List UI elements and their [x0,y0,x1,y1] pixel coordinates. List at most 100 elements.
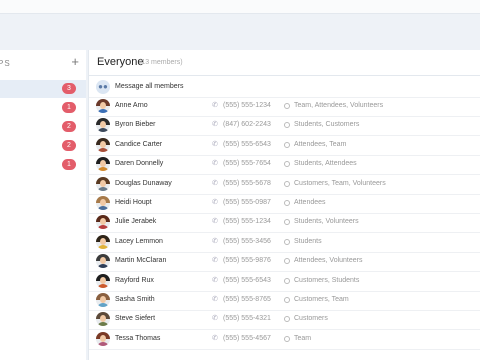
phone-icon: ✆ [212,276,218,284]
groups-header: PS + [0,54,86,74]
member-phone: (555) 555-1234 [223,218,271,226]
tag-icon [284,238,290,245]
sidebar-item-1[interactable]: 3 [0,80,86,98]
member-row[interactable]: Byron Bieber ✆ (847) 602-2243 Students, Cus… [89,116,480,137]
member-row[interactable]: Martin McClaran ✆ (555) 555-9876 Attendees,… [89,252,480,273]
member-name: Daren Donnelly [115,160,164,168]
member-name: Julie Jerabek [115,218,157,226]
avatar [96,215,110,230]
phone-icon: ✆ [212,315,218,323]
tag-icon [284,141,290,148]
member-row[interactable]: Sasha Smith ✆ (555) 555-8765 Customers, Tea… [89,291,480,311]
tag-icon [284,316,290,323]
member-tags: Attendees, Volunteers [294,257,363,265]
member-name: Douglas Dunaway [115,179,172,187]
member-row[interactable]: Rayford Rux ✆ (555) 555-6543 Customers, Stu… [89,272,480,292]
phone-icon: ✆ [212,218,218,226]
member-name: Byron Bieber [115,121,156,129]
avatar [96,312,110,327]
member-row[interactable]: Steve Siefert ✆ (555) 555-4321 Customers [89,310,480,331]
unread-badge: 2 [62,121,76,132]
avatar [96,118,110,133]
member-row[interactable]: Lacey Lemmon ✆ (555) 555-3456 Students [89,233,480,253]
message-all-row[interactable]: ●● Message all members [89,78,480,98]
member-tags: Attendees [294,199,326,206]
sidebar-item-4[interactable]: 2 [0,137,86,155]
unread-badge: 1 [62,102,76,113]
member-tags: Students, Attendees [294,160,357,168]
tag-icon [284,161,290,168]
phone-icon: ✆ [212,160,218,168]
member-row[interactable]: Douglas Dunaway ✆ (555) 555-5678 Customers,… [89,175,480,195]
member-tags: Attendees, Team [294,140,347,148]
members-header: Everyone (13 members) [89,50,480,76]
tag-icon [284,335,290,342]
phone-icon: ✆ [212,121,218,129]
phone-icon: ✆ [212,199,218,206]
member-tags: Students [294,237,322,245]
member-row[interactable]: Daren Donnelly ✆ (555) 555-7654 Students, A… [89,155,480,176]
tag-icon [284,219,290,226]
unread-badge: 2 [62,140,76,151]
sidebar-item-6[interactable]: s [0,175,86,193]
member-name: Martin McClaran [115,257,167,265]
phone-icon: ✆ [212,257,218,265]
group-icon: ●● [96,80,110,94]
member-name: Lacey Lemmon [115,237,163,245]
avatar [96,331,110,346]
phone-icon: ✆ [212,140,218,148]
avatar [96,234,110,249]
avatar [96,273,110,288]
member-row[interactable]: Candice Carter ✆ (555) 555-6543 Attendees, … [89,136,480,156]
member-tags: Team [294,334,312,342]
member-tags: Customers [294,315,328,323]
member-phone: (555) 555-5678 [223,179,271,187]
member-phone: (555) 555-8765 [223,296,271,303]
member-tags: Customers, Team, Volunteers [294,179,386,187]
member-name: Anne Arno [115,102,148,109]
avatar [96,157,110,172]
phone-icon: ✆ [212,237,218,245]
member-tags: Students, Customers [294,121,360,129]
tag-icon [284,180,290,187]
member-name: Heidi Houpt [115,199,152,206]
unread-badge: 1 [62,159,76,170]
member-tags: Customers, Team [294,296,349,303]
avatar [96,196,110,210]
member-row[interactable]: Heidi Houpt ✆ (555) 555-0987 Attendees [89,194,480,214]
member-row[interactable]: Julie Jerabek ✆ (555) 555-1234 Students, Vo… [89,213,480,234]
member-name: Sasha Smith [115,296,155,303]
add-group-icon[interactable]: + [71,55,79,68]
member-row[interactable]: Tessa Thomas ✆ (555) 555-4567 Team [89,330,480,350]
member-name: Rayford Rux [115,276,154,284]
phone-icon: ✆ [212,334,218,342]
avatar [96,254,110,269]
groups-title: PS [0,59,11,68]
member-phone: (555) 555-4567 [223,334,271,342]
unread-badge: 3 [62,83,76,94]
phone-icon: ✆ [212,179,218,187]
sidebar-item-2[interactable]: 1 [0,99,86,117]
message-all-label: Message all members [115,83,184,90]
member-tags: Team, Attendees, Volunteers [294,102,384,109]
page-title: Everyone [97,56,144,68]
member-row[interactable]: Anne Arno ✆ (555) 555-1234 Team, Attendees,… [89,97,480,117]
avatar [96,176,110,191]
avatar [96,137,110,152]
member-name: Tessa Thomas [115,334,161,342]
member-phone: (555) 555-9876 [223,257,271,265]
member-phone: (555) 555-6543 [223,140,271,148]
member-phone: (555) 555-1234 [223,102,271,109]
members-panel: Everyone (13 members) ●● Message all mem… [88,50,480,360]
top-bar [0,0,480,14]
member-phone: (555) 555-4321 [223,315,271,323]
sidebar-item-3[interactable]: s 2 [0,118,86,136]
phone-icon: ✆ [212,296,218,303]
sidebar-item-5[interactable]: 1 [0,156,86,174]
tag-icon [284,277,290,284]
member-phone: (555) 555-6543 [223,276,271,284]
tag-icon [284,103,290,109]
phone-icon: ✆ [212,102,218,109]
member-phone: (555) 555-3456 [223,237,271,245]
tag-icon [284,258,290,265]
